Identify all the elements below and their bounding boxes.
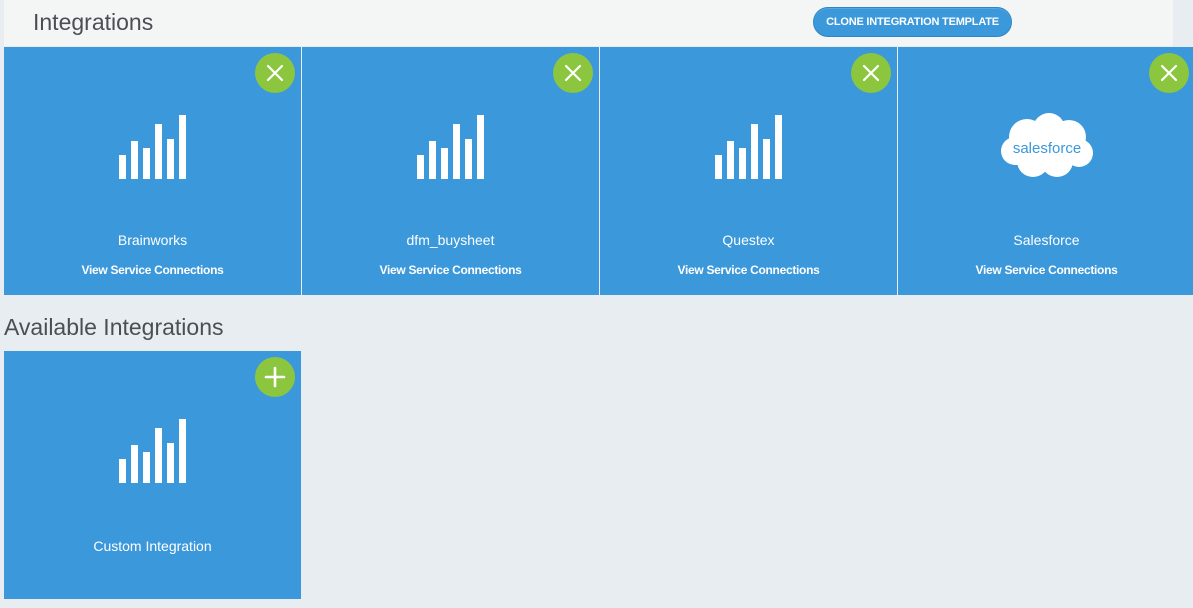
salesforce-logo: salesforce: [898, 111, 1193, 181]
integration-name: Brainworks: [117, 232, 188, 248]
view-service-connections-link[interactable]: View Service Connections: [302, 263, 599, 277]
view-service-connections-link[interactable]: View Service Connections: [898, 263, 1193, 277]
integration-name: Custom Integration: [93, 538, 212, 554]
remove-integration-button[interactable]: [851, 53, 891, 93]
view-service-connections-link[interactable]: View Service Connections: [4, 263, 301, 277]
integration-tile-questex[interactable]: Questex View Service Connections: [600, 47, 897, 295]
integration-tile-brainworks[interactable]: Brainworks View Service Connections: [4, 47, 301, 295]
view-service-connections-link[interactable]: View Service Connections: [600, 263, 897, 277]
plus-icon: [264, 366, 286, 388]
remove-integration-button[interactable]: [553, 53, 593, 93]
bar-chart-icon: [4, 113, 301, 179]
clone-integration-template-button[interactable]: CLONE INTEGRATION TEMPLATE: [813, 7, 1012, 37]
close-icon: [1160, 64, 1178, 82]
remove-integration-button[interactable]: [255, 53, 295, 93]
available-tile-custom-integration[interactable]: Custom Integration: [4, 351, 301, 599]
integration-tile-dfm-buysheet[interactable]: dfm_buysheet View Service Connections: [302, 47, 599, 295]
integration-name: dfm_buysheet: [406, 232, 495, 248]
available-integrations-title: Available Integrations: [4, 314, 224, 340]
integration-name: Salesforce: [1013, 232, 1080, 248]
close-icon: [266, 64, 284, 82]
header-edge: [1173, 0, 1193, 46]
bar-chart-icon: [4, 417, 301, 483]
integration-name: Questex: [722, 232, 775, 248]
add-integration-button[interactable]: [255, 357, 295, 397]
page-header: Integrations CLONE INTEGRATION TEMPLATE: [4, 0, 1173, 46]
bar-chart-icon: [302, 113, 599, 179]
integration-tile-salesforce[interactable]: salesforce Salesforce View Service Conne…: [898, 47, 1193, 295]
close-icon: [862, 64, 880, 82]
svg-text:salesforce: salesforce: [1012, 140, 1080, 157]
page-title: Integrations: [33, 9, 154, 35]
close-icon: [564, 64, 582, 82]
bar-chart-icon: [600, 113, 897, 179]
remove-integration-button[interactable]: [1149, 53, 1189, 93]
